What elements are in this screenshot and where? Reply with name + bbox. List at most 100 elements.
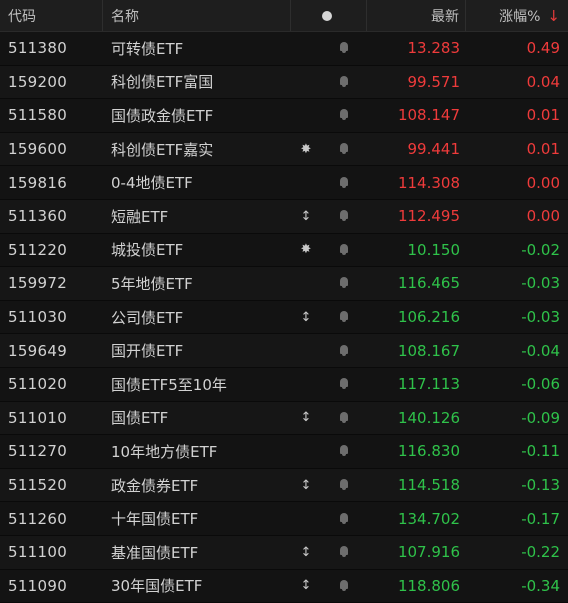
- table-row[interactable]: 1598160-4地债ETF114.3080.00: [0, 166, 568, 200]
- bell-icon[interactable]: [321, 277, 367, 289]
- table-row[interactable]: 511220城投债ETF✸10.150-0.02: [0, 234, 568, 268]
- cell-price: 10.150: [367, 241, 466, 259]
- cell-change: 0.01: [466, 106, 568, 124]
- bell-icon[interactable]: [321, 479, 367, 491]
- cell-code: 511090: [0, 577, 103, 595]
- cell-change: -0.03: [466, 274, 568, 292]
- table-row[interactable]: 511360短融ETF↕ 112.4950.00: [0, 200, 568, 234]
- margin-trading-icon: ↕: [291, 578, 321, 593]
- cell-code: 511010: [0, 409, 103, 427]
- cell-price: 99.571: [367, 73, 466, 91]
- table-row[interactable]: 51109030年国债ETF↕ 118.806-0.34: [0, 570, 568, 603]
- table-row[interactable]: 511030公司债ETF↕106.216-0.03: [0, 301, 568, 335]
- table-row[interactable]: 511020国债ETF5至10年117.113-0.06: [0, 368, 568, 402]
- cell-name: 可转债ETF: [103, 38, 291, 59]
- table-row[interactable]: 159200科创债ETF富国 99.5710.04: [0, 66, 568, 100]
- cell-name: 5年地债ETF: [103, 273, 291, 294]
- cell-code: 159972: [0, 274, 103, 292]
- cell-price: 13.283: [367, 39, 466, 57]
- bell-icon[interactable]: [321, 244, 367, 256]
- table-row[interactable]: 511260十年国债ETF 134.702-0.17: [0, 502, 568, 536]
- cell-price: 114.308: [367, 174, 466, 192]
- cell-name: 30年国债ETF: [103, 575, 291, 596]
- dot-icon: [322, 11, 332, 21]
- cell-change: 0.00: [466, 207, 568, 225]
- cell-change: 0.04: [466, 73, 568, 91]
- cell-price: 99.441: [367, 140, 466, 158]
- cell-change: -0.06: [466, 375, 568, 393]
- margin-trading-icon: ↕: [291, 410, 321, 425]
- cell-code: 159649: [0, 342, 103, 360]
- cell-change: -0.09: [466, 409, 568, 427]
- bell-icon[interactable]: [321, 143, 367, 155]
- cell-name: 国债政金债ETF: [103, 105, 291, 126]
- cell-change: 0.49: [466, 39, 568, 57]
- column-header-code[interactable]: 代码: [0, 0, 103, 31]
- bell-icon[interactable]: [321, 378, 367, 390]
- cell-price: 106.216: [367, 308, 466, 326]
- bell-icon[interactable]: [321, 210, 367, 222]
- cell-change: -0.17: [466, 510, 568, 528]
- bell-icon[interactable]: [321, 445, 367, 457]
- cell-code: 511360: [0, 207, 103, 225]
- cell-name: 国债ETF: [103, 407, 291, 428]
- cell-code: 511100: [0, 543, 103, 561]
- column-header-name[interactable]: 名称: [103, 0, 291, 31]
- cell-change: -0.34: [466, 577, 568, 595]
- cell-code: 511260: [0, 510, 103, 528]
- cell-name: 国开债ETF: [103, 340, 291, 361]
- table-header: 代码 名称 最新 涨幅% ↓: [0, 0, 568, 32]
- cell-change: 0.01: [466, 140, 568, 158]
- cell-price: 118.806: [367, 577, 466, 595]
- bell-icon[interactable]: [321, 42, 367, 54]
- margin-trading-icon: ↕: [291, 478, 321, 493]
- bell-icon[interactable]: [321, 177, 367, 189]
- cell-change: -0.03: [466, 308, 568, 326]
- table-row[interactable]: 51127010年地方债ETF116.830-0.11: [0, 435, 568, 469]
- cell-change: -0.11: [466, 442, 568, 460]
- cell-code: 511270: [0, 442, 103, 460]
- column-header-dot[interactable]: [291, 0, 367, 31]
- bell-icon[interactable]: [321, 76, 367, 88]
- bell-icon[interactable]: [321, 546, 367, 558]
- margin-trading-icon: ↕: [291, 310, 321, 325]
- etf-quote-table: 代码 名称 最新 涨幅% ↓ 511380可转债ETF13.2830.49159…: [0, 0, 568, 590]
- cell-price: 112.495: [367, 207, 466, 225]
- cell-code: 511220: [0, 241, 103, 259]
- table-row[interactable]: 1599725年地债ETF 116.465-0.03: [0, 267, 568, 301]
- table-row[interactable]: 511580国债政金债ETF108.1470.01: [0, 99, 568, 133]
- table-row[interactable]: 511100基准国债ETF↕107.916-0.22: [0, 536, 568, 570]
- cell-code: 511020: [0, 375, 103, 393]
- cell-price: 134.702: [367, 510, 466, 528]
- bell-icon[interactable]: [321, 345, 367, 357]
- cell-price: 116.830: [367, 442, 466, 460]
- column-header-price[interactable]: 最新: [367, 0, 466, 31]
- cell-change: 0.00: [466, 174, 568, 192]
- bell-icon[interactable]: [321, 412, 367, 424]
- cell-price: 107.916: [367, 543, 466, 561]
- sort-desc-arrow-icon: ↓: [547, 7, 560, 25]
- margin-trading-icon: ↕: [291, 209, 321, 224]
- cell-name: 科创债ETF嘉实: [103, 139, 291, 160]
- cell-name: 十年国债ETF: [103, 508, 291, 529]
- cell-name: 短融ETF: [103, 206, 291, 227]
- cell-price: 116.465: [367, 274, 466, 292]
- table-row[interactable]: 511010国债ETF↕ 140.126-0.09: [0, 402, 568, 436]
- cell-price: 108.147: [367, 106, 466, 124]
- table-row[interactable]: 511380可转债ETF13.2830.49: [0, 32, 568, 66]
- bell-icon[interactable]: [321, 513, 367, 525]
- cell-code: 159200: [0, 73, 103, 91]
- table-row[interactable]: 159649国开债ETF108.167-0.04: [0, 334, 568, 368]
- cell-name: 科创债ETF富国: [103, 71, 291, 92]
- table-row[interactable]: 159600科创债ETF嘉实✸99.4410.01: [0, 133, 568, 167]
- table-row[interactable]: 511520政金债券ETF↕114.518-0.13: [0, 469, 568, 503]
- cell-name: 基准国债ETF: [103, 542, 291, 563]
- bell-icon[interactable]: [321, 311, 367, 323]
- bell-icon[interactable]: [321, 109, 367, 121]
- cell-price: 117.113: [367, 375, 466, 393]
- column-header-change[interactable]: 涨幅% ↓: [466, 0, 568, 31]
- cell-change: -0.13: [466, 476, 568, 494]
- cell-change: -0.04: [466, 342, 568, 360]
- cell-price: 140.126: [367, 409, 466, 427]
- new-listing-icon: ✸: [291, 142, 321, 157]
